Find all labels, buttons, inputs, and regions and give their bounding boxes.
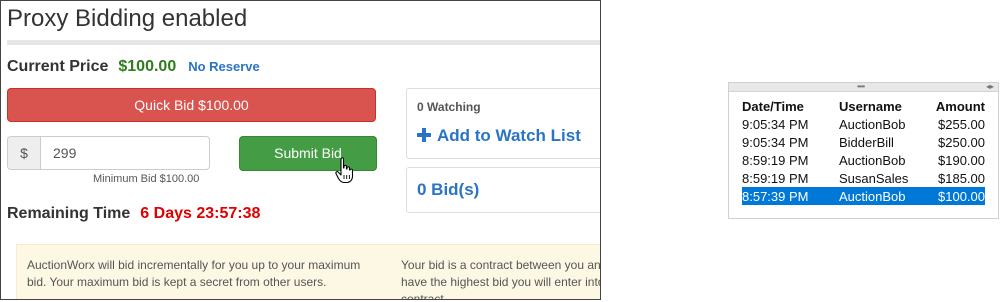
- minimum-bid-text: Minimum Bid $100.00: [93, 173, 200, 185]
- bids-count-link[interactable]: 0 Bid(s): [417, 180, 479, 200]
- watch-box: 0 Watching Add to Watch List: [406, 88, 600, 159]
- watching-count: 0 Watching: [417, 100, 481, 114]
- submit-bid-button[interactable]: Submit Bid: [239, 136, 377, 171]
- contract-line-3: contract.: [401, 292, 448, 300]
- row-time: 9:05:34 PM: [742, 116, 809, 132]
- current-price-value: $100.00: [118, 58, 177, 75]
- row-username: AuctionBob: [839, 152, 906, 168]
- row-amount: $190.00: [938, 152, 985, 168]
- row-amount: $250.00: [938, 134, 985, 150]
- row-username: BidderBill: [839, 134, 894, 150]
- bid-history-table: Date/Time Username Amount 9:05:34 PM Auc…: [742, 98, 985, 205]
- row-amount: $185.00: [938, 170, 985, 186]
- remaining-time-value: 6 Days 23:57:38: [140, 205, 261, 222]
- table-row[interactable]: 9:05:34 PM AuctionBob $255.00: [742, 115, 985, 133]
- row-amount: $100.00: [935, 187, 985, 205]
- add-to-watch-list-label: Add to Watch List: [437, 126, 581, 145]
- table-header-row: Date/Time Username Amount: [742, 98, 985, 115]
- page-title: Proxy Bidding enabled: [7, 5, 248, 32]
- title-divider: [7, 40, 600, 45]
- bid-contract-info: Your bid is a contract between you and h…: [401, 257, 601, 300]
- bid-amount-input[interactable]: 299: [41, 137, 76, 169]
- table-row[interactable]: 8:59:19 PM AuctionBob $190.00: [742, 151, 985, 169]
- contract-line-1: Your bid is a contract between you and: [401, 258, 601, 272]
- reserve-status: No Reserve: [188, 59, 260, 74]
- table-row[interactable]: 8:59:19 PM SusanSales $185.00: [742, 169, 985, 187]
- remaining-time-row: Remaining Time 6 Days 23:57:38: [7, 205, 260, 223]
- currency-addon: $: [8, 137, 41, 169]
- current-price-label: Current Price: [7, 58, 109, 75]
- table-row[interactable]: 9:05:34 PM BidderBill $250.00: [742, 133, 985, 151]
- column-header-datetime[interactable]: Date/Time: [742, 98, 839, 115]
- row-username: AuctionBob: [839, 116, 906, 132]
- row-username: SusanSales: [839, 170, 909, 186]
- row-time: 8:59:19 PM: [742, 152, 809, 168]
- current-price-row: Current Price $100.00 No Reserve: [7, 58, 260, 76]
- row-username: AuctionBob: [839, 187, 935, 205]
- grip-dots-icon: ••••: [857, 82, 865, 91]
- table-row-selected[interactable]: 8:57:39 PM AuctionBob $100.00: [742, 187, 985, 205]
- bids-box: 0 Bid(s): [406, 167, 600, 213]
- row-time: 9:05:34 PM: [742, 134, 809, 150]
- plus-icon: [417, 128, 431, 142]
- add-to-watch-list-link[interactable]: Add to Watch List: [417, 126, 581, 146]
- remaining-time-label: Remaining Time: [7, 205, 131, 222]
- quick-bid-button[interactable]: Quick Bid $100.00: [7, 88, 376, 122]
- column-header-username[interactable]: Username: [839, 98, 935, 115]
- bid-amount-field[interactable]: $ 299: [7, 136, 210, 170]
- column-header-amount[interactable]: Amount: [935, 98, 985, 115]
- row-time: 8:57:39 PM: [742, 187, 839, 205]
- bid-history-panel: •••• ◂▸ Date/Time Username Amount 9:05:3…: [728, 82, 999, 219]
- panel-drag-handle[interactable]: •••• ◂▸: [729, 83, 998, 92]
- hand-cursor-icon: [335, 157, 354, 184]
- info-alert: AuctionWorx will bid incrementally for y…: [16, 244, 601, 300]
- bidding-panel: Proxy Bidding enabled Current Price $100.…: [0, 0, 601, 300]
- row-time: 8:59:19 PM: [742, 170, 809, 186]
- contract-line-2: have the highest bid you will enter into: [401, 275, 601, 289]
- proxy-bidding-info: AuctionWorx will bid incrementally for y…: [27, 258, 361, 289]
- row-amount: $255.00: [938, 116, 985, 132]
- resize-arrows-icon[interactable]: ◂▸: [986, 83, 994, 91]
